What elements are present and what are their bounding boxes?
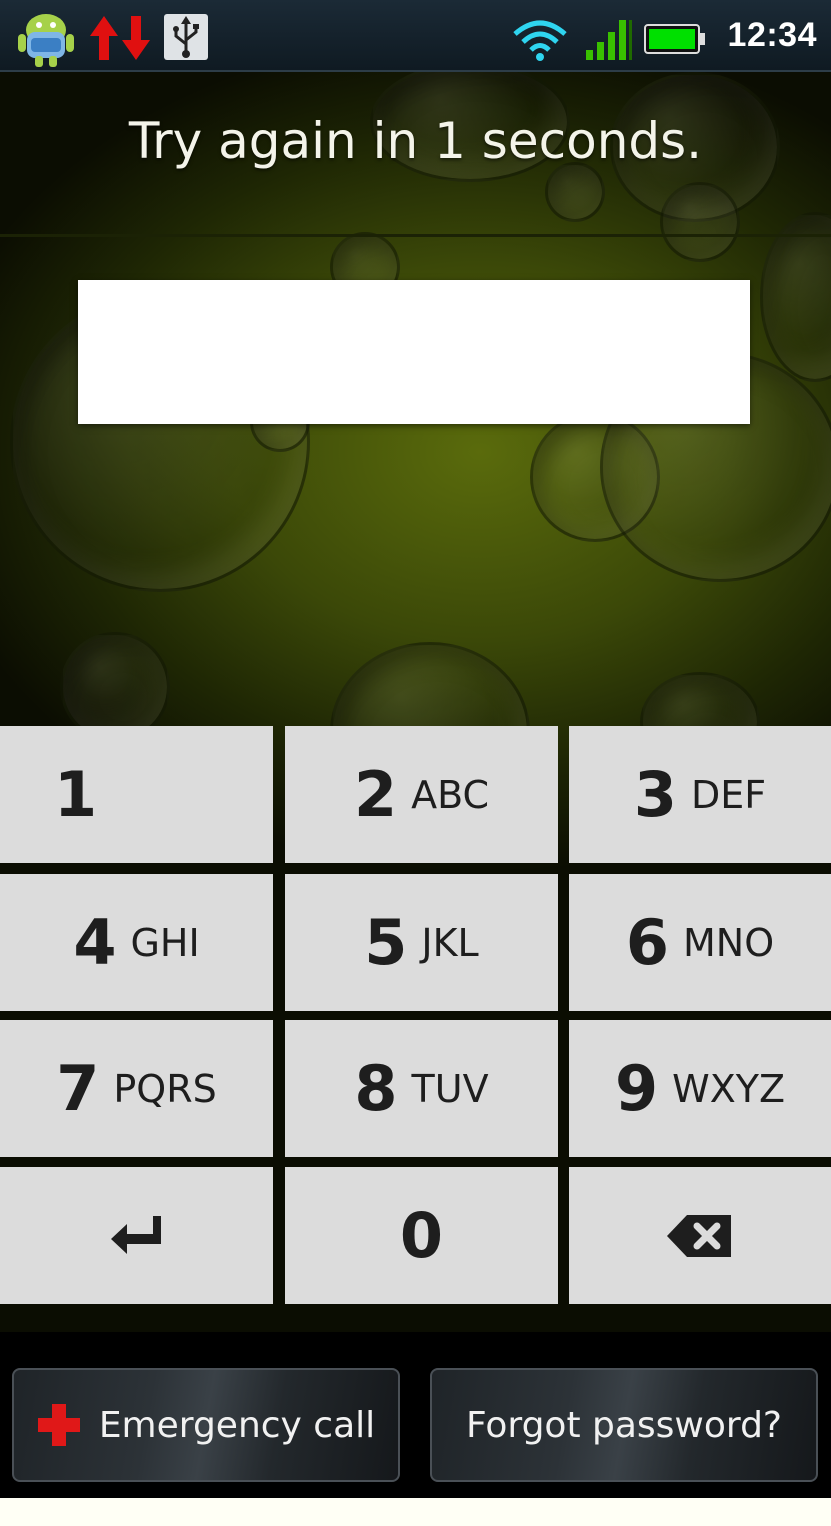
lockout-message: Try again in 1 seconds. — [128, 112, 703, 170]
key-4[interactable]: 4 GHI — [0, 874, 273, 1011]
key-8[interactable]: 8 TUV — [285, 1020, 558, 1157]
battery-icon — [644, 24, 705, 54]
bubble — [760, 212, 831, 382]
signal-icon — [586, 20, 632, 60]
key-letters: PQRS — [113, 1066, 217, 1111]
key-letters: TUV — [411, 1066, 489, 1111]
pin-input-field[interactable] — [78, 280, 750, 424]
key-2[interactable]: 2 ABC — [285, 726, 558, 863]
key-digit: 4 — [73, 905, 117, 979]
key-letters: GHI — [130, 920, 200, 965]
red-cross-icon — [37, 1404, 80, 1446]
data-sync-icon — [90, 16, 150, 60]
android-icon — [18, 14, 74, 67]
bubble — [660, 182, 740, 262]
key-9[interactable]: 9 WXYZ — [569, 1020, 831, 1157]
key-digit: 7 — [56, 1051, 100, 1125]
bottom-action-bar: Emergency call Forgot password? — [0, 1332, 831, 1498]
key-digit: 9 — [615, 1051, 659, 1125]
enter-key[interactable] — [0, 1167, 273, 1304]
enter-icon — [110, 1215, 161, 1254]
key-letters: DEF — [691, 772, 767, 817]
key-6[interactable]: 6 MNO — [569, 874, 831, 1011]
key-letters: ABC — [411, 772, 490, 817]
key-letters: WXYZ — [672, 1066, 785, 1111]
forgot-password-label: Forgot password? — [465, 1404, 783, 1446]
forgot-password-button[interactable]: Forgot password? — [430, 1368, 818, 1482]
key-3[interactable]: 3 DEF — [569, 726, 831, 863]
key-digit: 3 — [633, 757, 677, 831]
key-0[interactable]: 0 — [285, 1167, 558, 1304]
phone-screen: 12:34 Try again in 1 seconds. 1 2 ABC 3 … — [0, 0, 831, 1498]
key-digit: 0 — [399, 1198, 444, 1272]
key-digit: 8 — [354, 1051, 398, 1125]
emergency-call-button[interactable]: Emergency call — [12, 1368, 400, 1482]
emergency-call-label: Emergency call — [98, 1404, 376, 1446]
delete-key[interactable] — [569, 1167, 831, 1304]
key-digit: 5 — [364, 905, 408, 979]
key-digit: 1 — [54, 757, 98, 831]
usb-icon — [164, 14, 208, 60]
status-bar: 12:34 — [0, 0, 831, 72]
key-letters: MNO — [683, 920, 775, 965]
key-letters: JKL — [421, 920, 479, 965]
numeric-keypad: 1 2 ABC 3 DEF 4 GHI 5 JKL 6 MNO 7 PQRS 8 — [0, 726, 831, 1304]
wifi-icon — [513, 20, 567, 61]
key-digit: 2 — [353, 757, 398, 831]
key-digit: 6 — [625, 905, 669, 979]
bubble — [545, 162, 605, 222]
key-7[interactable]: 7 PQRS — [0, 1020, 273, 1157]
key-1[interactable]: 1 — [0, 726, 273, 863]
status-time: 12:34 — [727, 16, 817, 54]
backspace-icon — [667, 1214, 731, 1257]
divider — [0, 234, 831, 237]
key-5[interactable]: 5 JKL — [285, 874, 558, 1011]
